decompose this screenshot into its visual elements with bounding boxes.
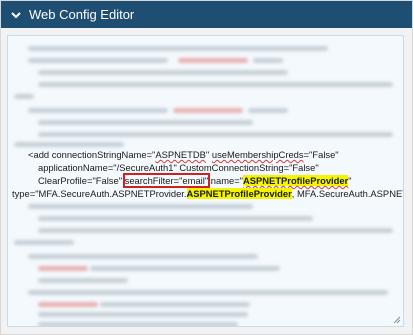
blurred-line: [28, 46, 328, 51]
code-text: type="MFA.SecureAuth.ASPNETProvider.: [12, 188, 187, 199]
blurred-line: [38, 278, 128, 283]
blurred-line: [38, 216, 313, 221]
blurred-line: [28, 58, 168, 63]
blurred-line: [248, 108, 288, 113]
code-line-3: ClearProfile="False" searchFilter="email…: [38, 173, 352, 188]
blurred-line: [28, 108, 168, 113]
blurred-line: [28, 204, 253, 209]
blurred-line: [38, 132, 393, 137]
blurred-line: [38, 82, 393, 87]
blurred-line: [28, 254, 258, 259]
blurred-line: [173, 108, 243, 113]
code-text: useMembershipCreds: [211, 149, 304, 160]
code-text: applicationName="/SecureAuth1" CustomCon…: [38, 162, 319, 173]
blurred-line: [38, 302, 98, 307]
blurred-line: [253, 58, 283, 63]
search-filter-highlight: searchFilter="email": [122, 173, 211, 188]
blurred-line: [14, 142, 124, 147]
blurred-line: [38, 228, 393, 233]
blurred-line: [90, 266, 280, 271]
resize-grip-icon[interactable]: [393, 316, 401, 324]
code-text: name=": [208, 175, 244, 186]
panel-header[interactable]: Web Config Editor: [1, 1, 412, 28]
chevron-down-icon[interactable]: [11, 10, 21, 20]
code-line-4: type="MFA.SecureAuth.ASPNETProvider.ASPN…: [12, 187, 403, 200]
blurred-line: [28, 290, 388, 295]
web-config-editor-panel: Web Config Editor <add connectionStringN…: [0, 0, 413, 335]
blurred-line: [38, 70, 288, 75]
panel-title: Web Config Editor: [29, 7, 135, 22]
code-text: ClearProfile="False": [38, 175, 125, 186]
config-textarea[interactable]: <add connectionStringName="ASPNETDB " use…: [7, 35, 404, 327]
provider-type-highlight: ASPNETProfileProvider: [186, 188, 292, 199]
code-text: ": [348, 175, 352, 186]
provider-name-highlight: ASPNETProfileProvider: [243, 175, 349, 186]
blurred-line: [178, 58, 248, 63]
blurred-line: [38, 120, 253, 125]
blurred-line: [100, 302, 250, 307]
blurred-line: [38, 322, 238, 326]
blurred-line: [38, 266, 88, 271]
code-line-2: applicationName="/SecureAuth1" CustomCon…: [38, 161, 319, 174]
code-text: ="False": [303, 149, 339, 160]
blurred-line: [14, 94, 34, 99]
code-text: <add connectionStringName=": [28, 149, 156, 160]
code-text: , MFA.SecureAuth.ASPNETProvider" />: [291, 188, 403, 199]
blurred-line: [38, 312, 248, 317]
blurred-line: [14, 240, 74, 245]
code-text: ASPNETDB: [155, 149, 206, 160]
code-line-1: <add connectionStringName="ASPNETDB" use…: [28, 148, 339, 161]
